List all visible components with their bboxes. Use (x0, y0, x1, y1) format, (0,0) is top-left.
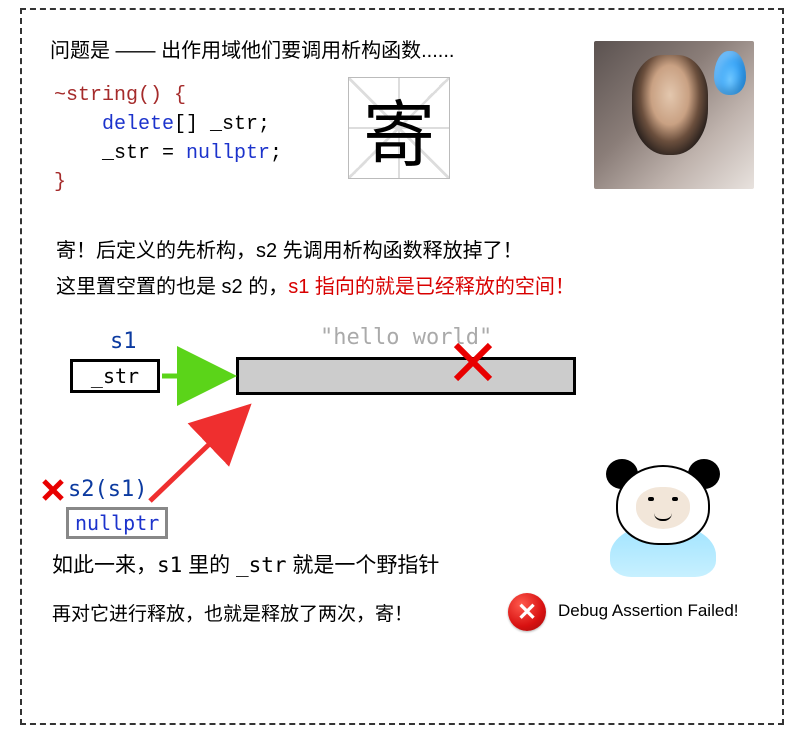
s2-label-text: s2(s1) (68, 477, 147, 502)
bottom-row: 再对它进行释放，也就是释放了两次，寄！ ✕ Debug Assertion Fa… (52, 599, 754, 643)
assign-left: _str = (102, 142, 186, 165)
para3-prefix: 如此一来， (52, 554, 157, 577)
panda-meme-image (600, 459, 726, 569)
sweat-drop-icon (714, 51, 746, 95)
hello-world-label: "hello world" (320, 325, 492, 350)
assign-end: ; (270, 142, 282, 165)
para3-mid: 里的 (182, 554, 236, 577)
code-close: } (54, 171, 66, 194)
para3-s1: s1 (157, 553, 182, 577)
red-x-icon (40, 477, 68, 505)
doc-frame: 问题是 —— 出作用域他们要调用析构函数...... ~string() { d… (20, 8, 784, 725)
code-sig: ~string() { (54, 84, 186, 107)
s1-label: s1 (110, 329, 137, 354)
s2-box: nullptr (66, 507, 168, 539)
ji-character-box: 寄 (348, 77, 450, 179)
reaction-photo (594, 41, 754, 189)
bottom-text: 再对它进行释放，也就是释放了两次，寄！ (52, 604, 413, 625)
error-text: Debug Assertion Failed! (558, 601, 739, 621)
explanation-paragraph: 寄！后定义的先析构，s2 先调用析构函数释放掉了！ 这里置空置的也是 s2 的，… (56, 233, 754, 305)
para2-line2b-warning: s1 指向的就是已经释放的空间！ (288, 276, 575, 298)
delete-rest: [] _str; (174, 113, 270, 136)
para3-suffix: 就是一个野指针 (287, 554, 440, 577)
delete-keyword: delete (102, 113, 174, 136)
nullptr-keyword: nullptr (186, 142, 270, 165)
s1-box: _str (70, 359, 160, 393)
memory-block (236, 357, 576, 395)
error-icon: ✕ (508, 593, 546, 631)
error-x-glyph: ✕ (517, 598, 537, 627)
para2-line1: 寄！后定义的先析构，s2 先调用析构函数释放掉了！ (56, 233, 754, 269)
memory-diagram: s1 _str "hello world" s2(s1) nullptr (50, 329, 754, 549)
red-arrow (150, 407, 248, 501)
ji-character: 寄 (363, 76, 435, 181)
s2-label: s2(s1) (68, 477, 147, 502)
top-row: ~string() { delete[] _str; _str = nullpt… (50, 81, 754, 211)
para2-line2a: 这里置空置的也是 s2 的， (56, 276, 288, 298)
para3-str: _str (236, 553, 287, 577)
